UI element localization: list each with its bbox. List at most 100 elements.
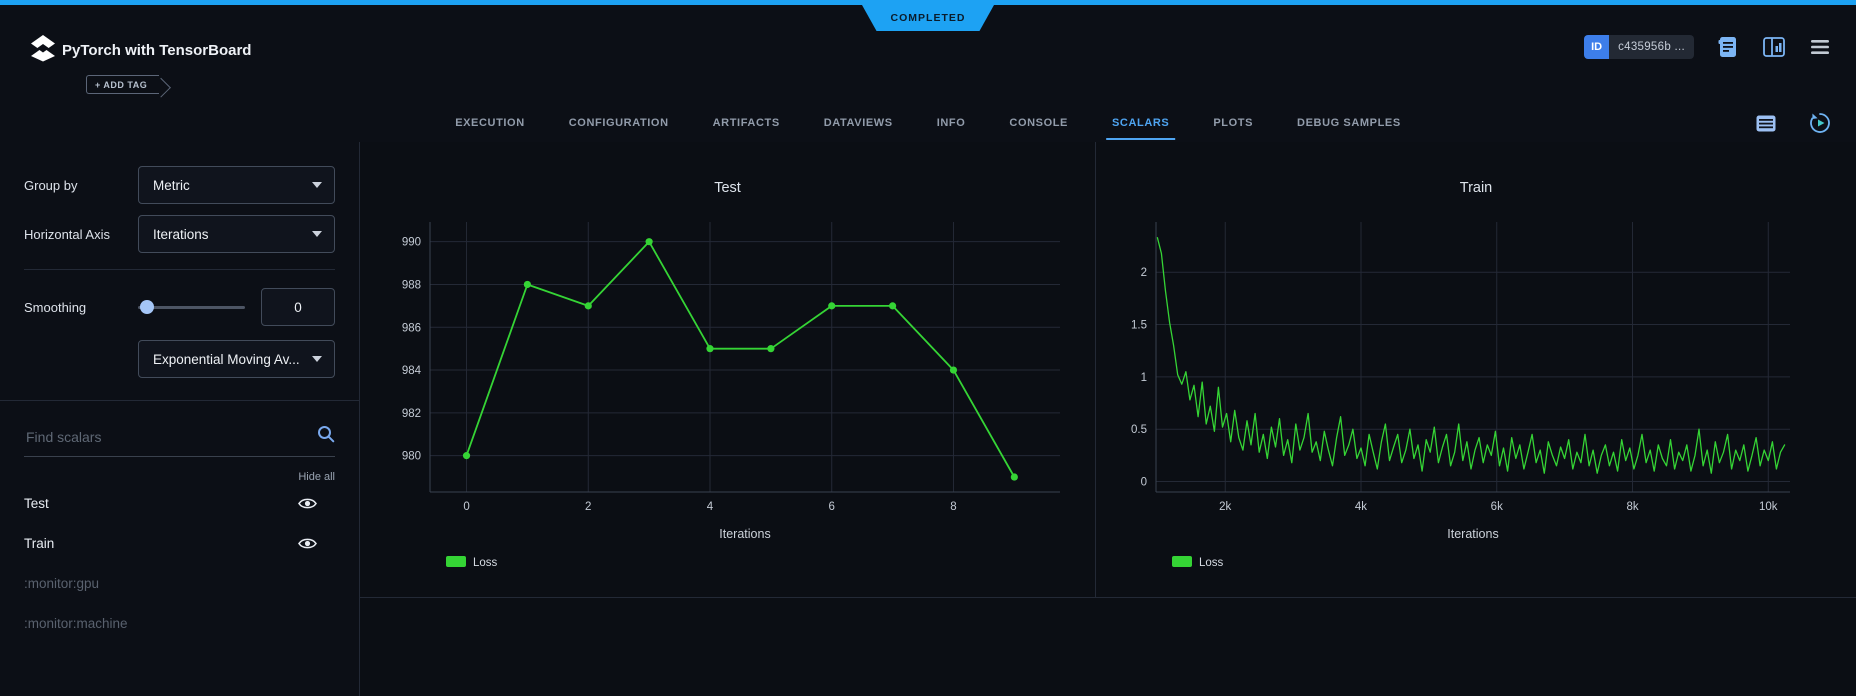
metric-label: Train: [24, 536, 54, 551]
smoothing-value-input[interactable]: 0: [261, 288, 335, 326]
scalar-search: [0, 425, 359, 448]
tab-dataviews[interactable]: DATAVIEWS: [824, 104, 893, 142]
svg-text:6: 6: [829, 501, 835, 513]
add-tag-button[interactable]: + ADD TAG: [86, 75, 159, 94]
status-color-strip: [0, 0, 1856, 5]
scalars-sidebar: Group by Metric Horizontal Axis Iteratio…: [0, 142, 360, 696]
tab-scalars[interactable]: SCALARS: [1112, 104, 1169, 142]
eye-icon[interactable]: [298, 497, 317, 510]
svg-text:1.5: 1.5: [1131, 320, 1147, 332]
content-body: Group by Metric Horizontal Axis Iteratio…: [0, 142, 1856, 696]
smoothing-method-value: Exponential Moving Av...: [153, 352, 300, 367]
svg-text:0.5: 0.5: [1131, 424, 1147, 436]
group-by-label: Group by: [24, 178, 138, 193]
smoothing-method-select[interactable]: Exponential Moving Av...: [138, 340, 335, 378]
tabs: EXECUTION CONFIGURATION ARTIFACTS DATAVI…: [455, 104, 1401, 142]
search-input[interactable]: [24, 428, 317, 446]
svg-text:2: 2: [1141, 267, 1147, 279]
metric-row-test[interactable]: Test: [0, 483, 359, 523]
tab-configuration[interactable]: CONFIGURATION: [569, 104, 669, 142]
divider: [0, 400, 359, 401]
smoothing-label: Smoothing: [24, 300, 138, 315]
smoothing-slider[interactable]: [138, 300, 245, 314]
tab-artifacts[interactable]: ARTIFACTS: [713, 104, 780, 142]
experiment-id-chip[interactable]: ID c435956b ...: [1584, 35, 1694, 59]
search-underline: [24, 456, 335, 457]
charts-area: 0 2 4 6 8 980 982 984 986 988 990 Test Iterations Los…: [360, 142, 1856, 696]
group-by-row: Group by Metric: [0, 166, 359, 204]
svg-text:Test: Test: [714, 180, 741, 196]
horizontal-axis-select[interactable]: Iterations: [138, 215, 335, 253]
metric-row-train[interactable]: Train: [0, 523, 359, 563]
smoothing-row: Smoothing 0: [0, 288, 359, 326]
tab-bar-actions: [1754, 104, 1832, 142]
tab-console[interactable]: CONSOLE: [1009, 104, 1068, 142]
horizontal-axis-row: Horizontal Axis Iterations: [0, 215, 359, 253]
charts-row: 0 2 4 6 8 980 982 984 986 988 990 Test Iterations Los…: [360, 142, 1856, 598]
status-ribbon: COMPLETED: [862, 5, 994, 31]
svg-text:0: 0: [1141, 477, 1147, 489]
svg-text:Iterations: Iterations: [719, 527, 770, 541]
smoothing-method-row: Exponential Moving Av...: [0, 340, 359, 378]
chart-panel-test: 0 2 4 6 8 980 982 984 986 988 990 Test Iterations Los…: [360, 142, 1096, 597]
svg-text:8k: 8k: [1626, 501, 1638, 513]
group-by-select[interactable]: Metric: [138, 166, 335, 204]
svg-text:Train: Train: [1460, 180, 1493, 196]
tab-plots[interactable]: PLOTS: [1213, 104, 1253, 142]
page-title: PyTorch with TensorBoard: [62, 42, 251, 59]
id-value: c435956b ...: [1609, 35, 1694, 59]
menu-icon[interactable]: [1808, 35, 1832, 59]
svg-text:0: 0: [463, 501, 469, 513]
test-loss-chart[interactable]: 0 2 4 6 8 980 982 984 986 988 990 Test Iterations Los…: [360, 142, 1095, 597]
svg-text:Iterations: Iterations: [1447, 527, 1498, 541]
svg-text:984: 984: [402, 365, 422, 377]
search-icon[interactable]: [317, 425, 335, 448]
experiment-logo-icon: [28, 33, 58, 68]
group-by-value: Metric: [153, 178, 190, 193]
caret-down-icon: [312, 231, 322, 237]
tab-debug-samples[interactable]: DEBUG SAMPLES: [1297, 104, 1401, 142]
caret-down-icon: [312, 356, 322, 362]
svg-text:1: 1: [1141, 372, 1147, 384]
svg-text:4: 4: [707, 501, 714, 513]
svg-text:988: 988: [402, 279, 421, 291]
horizontal-axis-label: Horizontal Axis: [24, 227, 138, 242]
horizontal-axis-value: Iterations: [153, 227, 209, 242]
train-loss-chart[interactable]: 2k 4k 6k 8k 10k 0 0.5 1 1.5 2 Train Iterations Loss: [1096, 142, 1856, 597]
slider-track: [138, 306, 245, 309]
svg-text:10k: 10k: [1759, 501, 1778, 513]
tab-bar: EXECUTION CONFIGURATION ARTIFACTS DATAVI…: [0, 104, 1856, 143]
header-actions: ID c435956b ...: [1584, 35, 1832, 59]
hide-all-link[interactable]: Hide all: [0, 471, 359, 483]
console-log-icon[interactable]: [1716, 35, 1740, 59]
svg-text:2: 2: [585, 501, 591, 513]
metric-label: Test: [24, 496, 49, 511]
svg-text:Loss: Loss: [1199, 557, 1224, 569]
svg-text:986: 986: [402, 322, 421, 334]
divider: [24, 269, 335, 270]
svg-text:8: 8: [950, 501, 956, 513]
caret-down-icon: [312, 182, 322, 188]
eye-icon[interactable]: [298, 537, 317, 550]
metric-label: :monitor:machine: [24, 616, 128, 631]
svg-text:2k: 2k: [1219, 501, 1231, 513]
table-view-icon[interactable]: [1754, 111, 1778, 135]
details-panel-icon[interactable]: [1762, 35, 1786, 59]
id-label: ID: [1584, 35, 1609, 59]
app-root: COMPLETED PyTorch with TensorBoard + ADD…: [0, 0, 1856, 696]
tab-execution[interactable]: EXECUTION: [455, 104, 525, 142]
svg-text:4k: 4k: [1355, 501, 1367, 513]
empty-area: [360, 598, 1856, 696]
slider-thumb[interactable]: [140, 300, 154, 314]
tab-info[interactable]: INFO: [937, 104, 966, 142]
svg-text:Loss: Loss: [473, 557, 498, 569]
chart-panel-train: 2k 4k 6k 8k 10k 0 0.5 1 1.5 2 Train Iterations Loss: [1096, 142, 1856, 597]
metric-label: :monitor:gpu: [24, 576, 99, 591]
svg-text:990: 990: [402, 237, 421, 249]
svg-text:982: 982: [402, 408, 421, 420]
metric-row-monitor-machine[interactable]: :monitor:machine: [0, 603, 359, 643]
metric-row-monitor-gpu[interactable]: :monitor:gpu: [0, 563, 359, 603]
svg-text:6k: 6k: [1491, 501, 1503, 513]
svg-text:980: 980: [402, 451, 421, 463]
auto-refresh-icon[interactable]: [1808, 111, 1832, 135]
